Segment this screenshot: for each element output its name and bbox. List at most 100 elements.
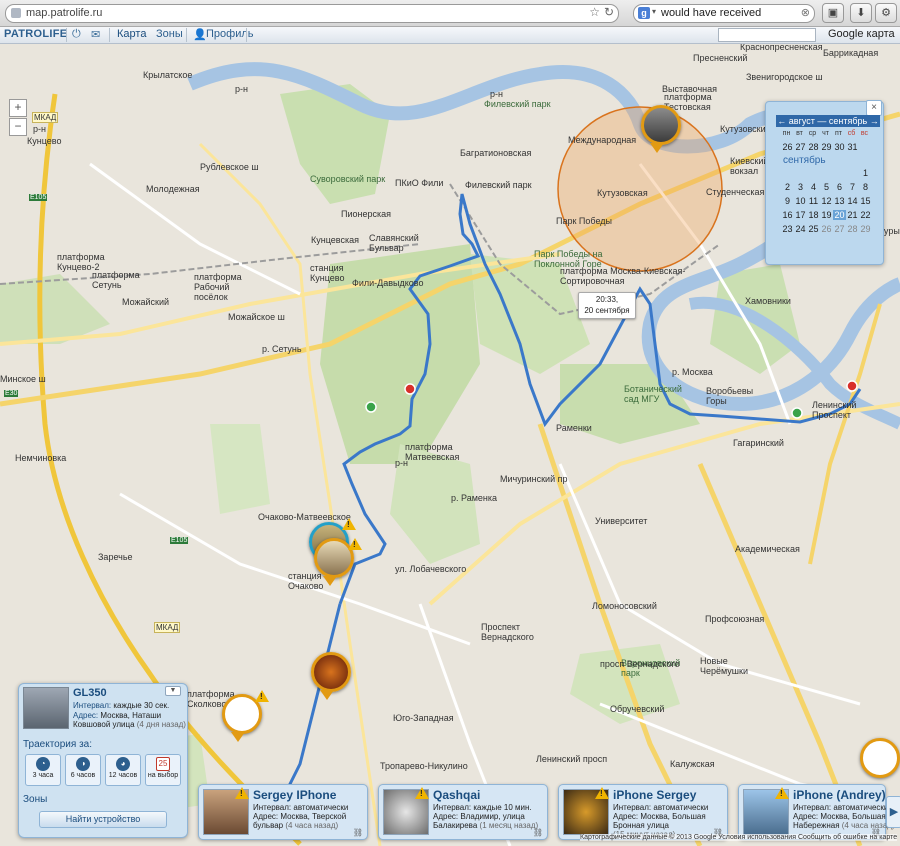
track-start-marker	[791, 407, 803, 419]
clock-icon: ◕	[116, 757, 130, 771]
calendar-day[interactable]: 3	[794, 182, 807, 192]
calendar-month-nav[interactable]: ← август — сентябрь →	[776, 115, 880, 127]
calendar-day[interactable]: 18	[807, 210, 820, 220]
calendar-day[interactable]: 12	[820, 196, 833, 206]
vehicle-interval: Интервал: каждые 30 сек.	[73, 701, 169, 710]
calendar-day[interactable]: 29	[820, 142, 833, 152]
calendar-day[interactable]: 24	[794, 224, 807, 234]
chevron-down-icon[interactable]: ▾	[652, 7, 656, 16]
calendar-day[interactable]: 31	[846, 142, 859, 152]
device-address: Адрес: Москва, Тверской	[253, 812, 347, 821]
vehicle-pin-cartoon-right[interactable]	[860, 738, 900, 778]
map-label: платформа Кунцево-2	[57, 252, 105, 272]
map-search-input[interactable]	[718, 28, 816, 42]
calendar-day[interactable]: 28	[846, 224, 859, 234]
calendar-weekday-row: пн вт ср чт пт сб вс	[780, 130, 884, 137]
zones-title[interactable]: Зоны	[23, 794, 47, 805]
calendar-day[interactable]: 29	[859, 224, 872, 234]
calendar-day-selected[interactable]: 20	[833, 210, 846, 220]
calendar-day[interactable]: 17	[794, 210, 807, 220]
link-icon[interactable]: ⛓	[533, 828, 543, 837]
calendar-day[interactable]: 2	[781, 182, 794, 192]
calendar-day[interactable]: 5	[820, 182, 833, 192]
calendar-day[interactable]: 28	[807, 142, 820, 152]
interval-value: каждые 30 сек.	[113, 701, 170, 710]
calendar-day[interactable]: 30	[833, 142, 846, 152]
tab-zones[interactable]: Зоны	[156, 28, 183, 40]
reload-icon[interactable]: ↻	[604, 5, 614, 19]
map-label: ул. Лобачевского	[395, 564, 467, 574]
bookmark-star-icon[interactable]: ☆	[589, 5, 600, 19]
map-label: Краснопресненская	[740, 44, 823, 52]
device-card[interactable]: ! Sergey IPhone Интервал: автоматически …	[198, 784, 368, 840]
link-icon[interactable]: ⛓	[353, 828, 363, 837]
calendar-day[interactable]: 16	[781, 210, 794, 220]
warning-icon: !	[342, 518, 356, 530]
weekday-label: чт	[822, 130, 829, 137]
calendar-day[interactable]: 13	[833, 196, 846, 206]
address-line2: бульвар	[253, 821, 284, 830]
interval-label: Интервал:	[73, 701, 112, 710]
calendar-day[interactable]: 21	[846, 210, 859, 220]
calendar-day[interactable]: 9	[781, 196, 794, 206]
weekday-label: вс	[860, 130, 869, 137]
device-card[interactable]: ! Qashqai Интервал: каждые 10 мин. Адрес…	[378, 784, 548, 840]
zoom-out-button[interactable]: −	[9, 118, 27, 136]
scroll-right-button[interactable]: ▶	[886, 796, 900, 828]
calendar-day[interactable]: 19	[820, 210, 833, 220]
mail-icon[interactable]: ✉	[91, 28, 100, 41]
find-device-button[interactable]: Найти устройство	[39, 811, 167, 828]
map-label: Профсоюзная	[705, 614, 765, 624]
calendar-day[interactable]: 7	[846, 182, 859, 192]
calendar-day[interactable]: 22	[859, 210, 872, 220]
road-shield: МКАД	[32, 112, 59, 123]
calendar-day[interactable]: 15	[859, 196, 872, 206]
google-icon: g	[638, 7, 650, 19]
vehicle-dropdown-button[interactable]: ▼	[165, 686, 181, 696]
map-label: Новые Черёмушки	[700, 656, 748, 676]
road-shield: E105	[170, 537, 189, 544]
download-icon[interactable]: ⬇	[850, 3, 872, 23]
clear-icon[interactable]: ⊗	[801, 6, 810, 19]
settings-icon[interactable]: ⚙	[875, 3, 897, 23]
trajectory-6h-button[interactable]: ◑ 6 часов	[65, 754, 101, 786]
map-label: Молодежная	[146, 184, 200, 194]
browser-search-field[interactable]: g ▾ would have received ⊗	[633, 4, 815, 23]
app-logo[interactable]: PATROLIFE	[4, 28, 67, 40]
calendar-day[interactable]: 27	[794, 142, 807, 152]
map-label: Минское ш	[0, 374, 46, 384]
window-icon[interactable]: ▣	[822, 3, 844, 23]
map-footer: Картографические данные © 2013 Google Ус…	[580, 834, 898, 841]
device-card[interactable]: ! iPhone Sergey Интервал: автоматически …	[558, 784, 728, 840]
user-icon: 👤	[193, 29, 207, 41]
calendar-day[interactable]: 1	[859, 168, 872, 178]
device-address: Адрес: Москва, Большая	[613, 812, 706, 821]
calendar-week: 16 17 18 19 20 21 22	[781, 210, 885, 220]
address-bar[interactable]: map.patrolife.ru ☆ ↻	[5, 4, 619, 23]
device-card[interactable]: ! iPhone (Andrey) Интервал: автоматическ…	[738, 784, 895, 840]
map-label: Университет	[595, 516, 648, 526]
vehicle-pin-car[interactable]	[311, 652, 351, 692]
calendar-day[interactable]: 4	[807, 182, 820, 192]
vehicle-pin-motorbike[interactable]	[641, 105, 681, 145]
calendar-day[interactable]: 23	[781, 224, 794, 234]
calendar-day[interactable]: 25	[807, 224, 820, 234]
trajectory-12h-button[interactable]: ◕ 12 часов	[105, 754, 141, 786]
address-age: (4 дня назад)	[136, 720, 186, 729]
calendar-day[interactable]: 10	[794, 196, 807, 206]
trajectory-custom-button[interactable]: 25 на выбор	[145, 754, 181, 786]
calendar-day[interactable]: 11	[807, 196, 820, 206]
map-label: платформа Рабочий посёлок	[194, 272, 242, 302]
zoom-in-button[interactable]: +	[9, 99, 27, 117]
calendar-day[interactable]: 27	[833, 224, 846, 234]
tab-map[interactable]: Карта	[117, 28, 146, 40]
calendar-day[interactable]: 8	[859, 182, 872, 192]
power-icon[interactable]: ⏻	[72, 28, 81, 41]
map-label: р. Раменка	[451, 493, 498, 503]
trajectory-3h-button[interactable]: ◔ 3 часа	[25, 754, 61, 786]
calendar-close-button[interactable]: ×	[866, 100, 882, 116]
calendar-day[interactable]: 6	[833, 182, 846, 192]
calendar-day[interactable]: 14	[846, 196, 859, 206]
calendar-day[interactable]: 26	[781, 142, 794, 152]
calendar-day[interactable]: 26	[820, 224, 833, 234]
